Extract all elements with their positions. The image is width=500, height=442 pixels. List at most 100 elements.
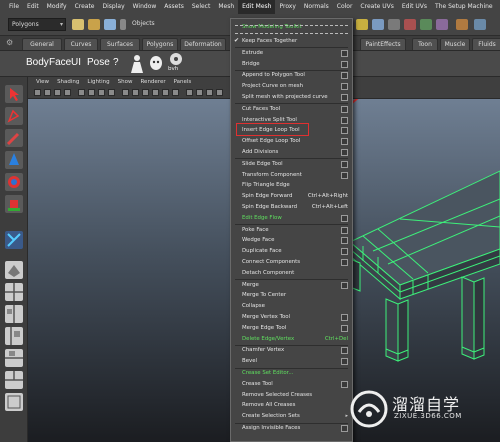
isolate-select-icon[interactable] bbox=[206, 89, 213, 96]
history-icon[interactable] bbox=[372, 19, 384, 30]
hypershade-icon[interactable] bbox=[456, 19, 468, 30]
option-box-icon[interactable] bbox=[341, 116, 348, 124]
option-box-icon[interactable] bbox=[341, 259, 348, 266]
snap-icon[interactable] bbox=[356, 19, 368, 30]
option-box-icon[interactable] bbox=[341, 72, 348, 80]
wire-on-shaded-icon[interactable] bbox=[142, 89, 149, 96]
paint-select-tool-icon[interactable] bbox=[5, 129, 23, 147]
shadows-icon[interactable] bbox=[172, 89, 179, 96]
menu-item-remove-selected-creases[interactable]: Remove Selected Creases bbox=[231, 390, 352, 401]
option-box-icon[interactable] bbox=[341, 226, 348, 234]
persp-graph-layout-icon[interactable] bbox=[5, 349, 23, 367]
menu-item-append-to-polygon-tool[interactable]: Append to Polygon Tool bbox=[231, 70, 352, 81]
menu-file[interactable]: File bbox=[5, 0, 23, 14]
gate-mask-icon[interactable] bbox=[108, 89, 115, 96]
menu-item-merge-to-center[interactable]: Merge To Center bbox=[231, 290, 352, 301]
custom-layout-icon[interactable] bbox=[5, 393, 23, 411]
menu-item-assign-invisible-faces[interactable]: Assign Invisible Faces bbox=[231, 423, 352, 434]
shelf-button-ui[interactable]: UI bbox=[71, 57, 81, 68]
menu-face-machine[interactable]: Face Machine bbox=[497, 0, 500, 14]
option-box-icon[interactable] bbox=[341, 214, 348, 222]
menu-item-spin-edge-backward[interactable]: Spin Edge Backward Ctrl+Alt+Left bbox=[231, 202, 352, 213]
option-box-icon[interactable] bbox=[341, 149, 348, 156]
menu-window[interactable]: Window bbox=[129, 0, 161, 14]
persp-outliner-layout-icon[interactable] bbox=[5, 327, 23, 345]
menu-item-remove-all-creases[interactable]: Remove All Creases bbox=[231, 400, 352, 411]
menu-item-delete-edge-vertex[interactable]: Delete Edge/Vertex Ctrl+Del bbox=[231, 334, 352, 345]
menu-item-crease-set-editor[interactable]: Crease Set Editor... bbox=[231, 368, 352, 379]
viewport-menu-view[interactable]: View bbox=[32, 79, 53, 85]
menu-item-duplicate-face[interactable]: Duplicate Face bbox=[231, 246, 352, 257]
menu-edit-mesh[interactable]: Edit Mesh bbox=[238, 0, 276, 14]
menu-item-wedge-face[interactable]: Wedge Face bbox=[231, 235, 352, 246]
option-box-icon[interactable] bbox=[341, 425, 348, 432]
film-gate-icon[interactable] bbox=[88, 89, 95, 96]
menu-item-cut-faces-tool[interactable]: Cut Faces Tool bbox=[231, 104, 352, 115]
bvh-icon[interactable] bbox=[167, 52, 185, 66]
menu-create-uvs[interactable]: Create UVs bbox=[356, 0, 397, 14]
tab-general[interactable]: General bbox=[22, 38, 62, 50]
four-view-layout-icon[interactable] bbox=[5, 283, 23, 301]
tab-painteffects[interactable]: PaintEffects bbox=[360, 38, 406, 50]
person-icon[interactable] bbox=[128, 54, 146, 74]
menu-edit-uvs[interactable]: Edit UVs bbox=[398, 0, 431, 14]
camera-icon[interactable] bbox=[34, 89, 41, 96]
single-view-layout-icon[interactable] bbox=[5, 261, 23, 279]
menu-color[interactable]: Color bbox=[333, 0, 357, 14]
resolution-gate-icon[interactable] bbox=[98, 89, 105, 96]
shelf-button-body[interactable]: Body bbox=[26, 57, 49, 68]
render-icon[interactable] bbox=[404, 19, 416, 30]
viewport-menu-renderer[interactable]: Renderer bbox=[136, 79, 169, 85]
menu-item-split-mesh-with-projected-curve[interactable]: Split mesh with projected curve bbox=[231, 92, 352, 103]
menu-item-merge-vertex-tool[interactable]: Merge Vertex Tool bbox=[231, 312, 352, 323]
tab-surfaces[interactable]: Surfaces bbox=[100, 38, 140, 50]
option-box-icon[interactable] bbox=[341, 281, 348, 289]
outliner-icon[interactable] bbox=[474, 19, 486, 30]
bookmark-icon[interactable] bbox=[54, 89, 61, 96]
gear-icon[interactable]: ⚙ bbox=[6, 38, 16, 48]
new-scene-icon[interactable] bbox=[72, 19, 84, 30]
menu-assets[interactable]: Assets bbox=[160, 0, 188, 14]
option-box-icon[interactable] bbox=[341, 347, 348, 355]
xray-joints-icon[interactable] bbox=[196, 89, 203, 96]
tab-muscle[interactable]: Muscle bbox=[440, 38, 470, 50]
menu-mesh[interactable]: Mesh bbox=[214, 0, 238, 14]
tab-toon[interactable]: Toon bbox=[412, 38, 438, 50]
option-box-icon[interactable] bbox=[341, 60, 348, 68]
selection-mask-icon[interactable] bbox=[120, 19, 126, 30]
menu-item-create-selection-sets[interactable]: Create Selection Sets ▸ bbox=[231, 411, 352, 422]
shelf-button-help[interactable]: ? bbox=[113, 57, 119, 68]
menu-item-offset-edge-loop-tool[interactable]: Offset Edge Loop Tool bbox=[231, 136, 352, 147]
menu-display[interactable]: Display bbox=[99, 0, 129, 14]
high-quality-icon[interactable] bbox=[216, 89, 223, 96]
menu-item-detach-component[interactable]: Detach Component bbox=[231, 268, 352, 279]
menu-item-connect-components[interactable]: Connect Components bbox=[231, 257, 352, 268]
lights-icon[interactable] bbox=[162, 89, 169, 96]
menu-item-extrude[interactable]: Extrude bbox=[231, 48, 352, 59]
menu-item-crease-tool[interactable]: Crease Tool bbox=[231, 379, 352, 390]
render-settings-icon[interactable] bbox=[436, 19, 448, 30]
option-box-icon[interactable] bbox=[341, 314, 348, 321]
menu-set-selector[interactable]: Polygons ▾ bbox=[8, 18, 66, 31]
tear-off-line[interactable] bbox=[235, 25, 348, 34]
option-box-icon[interactable] bbox=[341, 160, 348, 168]
option-box-icon[interactable] bbox=[341, 248, 348, 256]
hypershade-layout-icon[interactable] bbox=[5, 371, 23, 389]
wireframe-icon[interactable] bbox=[122, 89, 129, 96]
option-box-icon[interactable] bbox=[341, 105, 348, 113]
menu-item-keep-faces-together[interactable]: ✔ Keep Faces Together bbox=[231, 36, 352, 47]
grid-icon[interactable] bbox=[78, 89, 85, 96]
tab-deformation[interactable]: Deformation bbox=[180, 38, 226, 50]
option-box-icon[interactable] bbox=[341, 127, 348, 135]
viewport-menu-show[interactable]: Show bbox=[114, 79, 137, 85]
option-box-icon[interactable] bbox=[341, 49, 348, 57]
menu-item-flip-triangle-edge[interactable]: Flip Triangle Edge bbox=[231, 180, 352, 191]
mask-icon[interactable] bbox=[149, 55, 163, 71]
menu-proxy[interactable]: Proxy bbox=[275, 0, 299, 14]
menu-item-project-curve-on-mesh[interactable]: Project Curve on mesh bbox=[231, 81, 352, 92]
menu-item-bevel[interactable]: Bevel bbox=[231, 356, 352, 367]
option-box-icon[interactable] bbox=[341, 358, 348, 366]
textured-icon[interactable] bbox=[152, 89, 159, 96]
menu-item-bridge[interactable]: Bridge bbox=[231, 59, 352, 70]
tab-fluids[interactable]: Fluids bbox=[472, 38, 500, 50]
